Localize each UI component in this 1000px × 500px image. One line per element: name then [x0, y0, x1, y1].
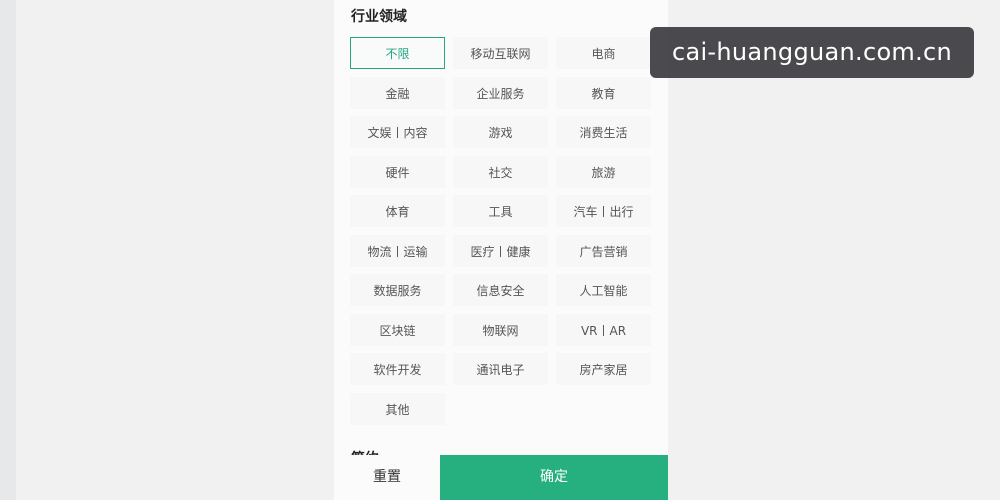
industry-option[interactable]: 数据服务 — [350, 274, 445, 306]
industry-option[interactable]: 区块链 — [350, 313, 445, 346]
industry-option[interactable]: 物联网 — [453, 313, 548, 346]
industry-option[interactable]: 医疗丨健康 — [453, 234, 548, 267]
industry-option[interactable]: 信息安全 — [453, 274, 548, 306]
industry-option[interactable]: 硬件 — [350, 155, 445, 188]
industry-option[interactable]: 物流丨运输 — [350, 234, 445, 267]
industry-option[interactable]: VR丨AR — [556, 313, 651, 346]
industry-options-grid: 不限 移动互联网 电商金融 企业服务 教育文娱丨内容 游戏 消费生活硬件 社交 旅游体育 工具 汽车… — [350, 37, 651, 425]
industry-option[interactable]: 房产家居 — [556, 353, 651, 385]
industry-option[interactable]: 广告营销 — [556, 234, 651, 267]
industry-option[interactable]: 汽车丨出行 — [556, 195, 651, 227]
industry-option[interactable]: 文娱丨内容 — [350, 116, 445, 148]
industry-option[interactable]: 工具 — [453, 195, 548, 227]
industry-option[interactable]: 体育 — [350, 195, 445, 227]
industry-option[interactable]: 其他 — [350, 392, 445, 425]
section-title-industry: 行业领域 — [351, 9, 407, 25]
industry-option[interactable]: 通讯电子 — [453, 353, 548, 385]
industry-option[interactable]: 金融 — [350, 76, 445, 109]
watermark-text: cai-huangguan.com.cn — [650, 27, 974, 78]
industry-option-selected[interactable]: 不限 — [350, 37, 445, 69]
industry-option[interactable]: 教育 — [556, 76, 651, 109]
filter-footer: 重置 确定 — [334, 455, 668, 500]
background-left-panel — [16, 0, 334, 500]
filter-panel: 行业领域 不限 移动互联网 电商金融 企业服务 教育文娱丨内容 游戏 消费生活硬件 社交 旅游体… — [334, 0, 668, 500]
industry-option[interactable]: 移动互联网 — [453, 37, 548, 69]
industry-option[interactable]: 消费生活 — [556, 116, 651, 148]
industry-option[interactable]: 旅游 — [556, 155, 651, 188]
industry-option[interactable]: 电商 — [556, 37, 651, 69]
background-left — [0, 0, 16, 500]
industry-option[interactable]: 游戏 — [453, 116, 548, 148]
industry-option[interactable]: 社交 — [453, 155, 548, 188]
industry-option[interactable]: 人工智能 — [556, 274, 651, 306]
industry-option[interactable]: 企业服务 — [453, 76, 548, 109]
reset-button[interactable]: 重置 — [334, 455, 440, 500]
confirm-button[interactable]: 确定 — [440, 455, 668, 500]
industry-option[interactable]: 软件开发 — [350, 353, 445, 385]
